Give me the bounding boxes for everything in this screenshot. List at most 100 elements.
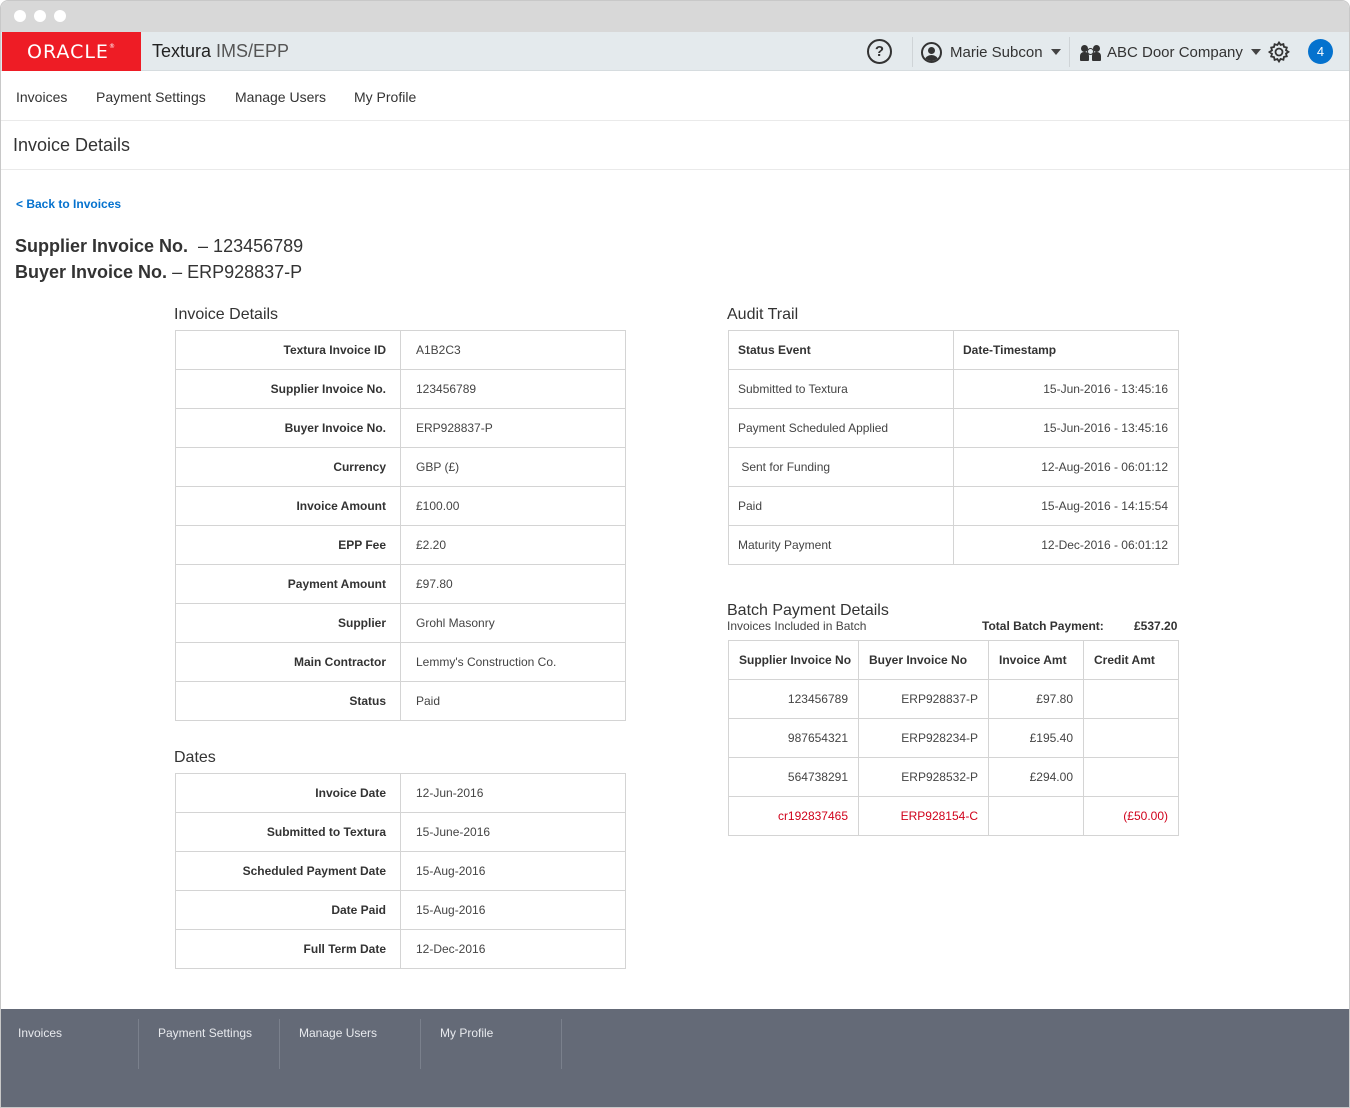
footer-divider — [561, 1019, 562, 1069]
field-value: Grohl Masonry — [400, 603, 626, 643]
column-header: Supplier Invoice No — [728, 640, 859, 680]
credit-amount — [1083, 679, 1179, 719]
back-to-invoices-link[interactable]: < Back to Invoices — [16, 197, 121, 211]
supplier-invoice-no: cr192837465 — [728, 796, 859, 836]
footer-item-my-profile[interactable]: My Profile — [440, 1026, 493, 1040]
invoice-amount: £294.00 — [988, 757, 1084, 797]
table-row: Submitted to Textura 15-June-2016 — [175, 812, 626, 852]
supplier-invoice-label: Supplier Invoice No. — [15, 236, 189, 256]
status-event: Submitted to Textura — [728, 369, 954, 409]
user-name: Marie Subcon — [950, 43, 1043, 61]
batch-subtitle: Invoices Included in Batch — [727, 619, 867, 633]
field-value: ERP928837-P — [400, 408, 626, 448]
event-timestamp: 12-Aug-2016 - 06:01:12 — [953, 447, 1179, 487]
close-window-dot[interactable] — [14, 10, 26, 22]
chevron-down-icon — [1050, 49, 1061, 55]
event-timestamp: 15-Jun-2016 - 13:45:16 — [953, 408, 1179, 448]
table-row: EPP Fee £2.20 — [175, 525, 626, 565]
column-header: Date-Timestamp — [953, 330, 1179, 370]
table-header-row: Status Event Date-Timestamp — [728, 330, 1179, 370]
nav-item-my-profile[interactable]: My Profile — [354, 89, 416, 105]
invoice-amount: £97.80 — [988, 679, 1084, 719]
footer-item-invoices[interactable]: Invoices — [18, 1026, 62, 1040]
window-titlebar — [1, 1, 1349, 32]
credit-amount — [1083, 718, 1179, 758]
supplier-invoice-heading: Supplier Invoice No. – 123456789 — [15, 236, 303, 257]
help-icon[interactable]: ? — [867, 39, 892, 64]
table-row: Main Contractor Lemmy's Construction Co. — [175, 642, 626, 682]
column-header: Credit Amt — [1083, 640, 1179, 680]
footer-item-payment-settings[interactable]: Payment Settings — [158, 1026, 252, 1040]
field-value: 15-Aug-2016 — [400, 890, 626, 930]
table-row: Supplier Invoice No. 123456789 — [175, 369, 626, 409]
table-row: cr192837465 ERP928154-C (£50.00) — [728, 796, 1179, 836]
header-divider — [912, 37, 913, 67]
field-label: Full Term Date — [175, 929, 401, 969]
table-row: 564738291 ERP928532-P £294.00 — [728, 757, 1179, 797]
table-row: Currency GBP (£) — [175, 447, 626, 487]
footer-divider — [138, 1019, 139, 1069]
footer-item-manage-users[interactable]: Manage Users — [299, 1026, 377, 1040]
audit-trail-title: Audit Trail — [727, 306, 799, 323]
nav-item-payment-settings[interactable]: Payment Settings — [96, 89, 206, 105]
field-value: Paid — [400, 681, 626, 721]
batch-payment-title: Batch Payment Details — [727, 602, 889, 619]
table-row: Supplier Grohl Masonry — [175, 603, 626, 643]
column-header: Status Event — [728, 330, 954, 370]
field-label: Date Paid — [175, 890, 401, 930]
gear-icon[interactable] — [1267, 40, 1291, 64]
user-menu[interactable]: Marie Subcon — [921, 40, 1061, 64]
buyer-invoice-label: Buyer Invoice No. — [15, 262, 168, 282]
page-header: Invoice Details — [1, 121, 1349, 170]
table-row: Scheduled Payment Date 15-Aug-2016 — [175, 851, 626, 891]
maximize-window-dot[interactable] — [54, 10, 66, 22]
status-event: Maturity Payment — [728, 525, 954, 565]
table-row: Textura Invoice ID A1B2C3 — [175, 330, 626, 370]
table-row: 123456789 ERP928837-P £97.80 — [728, 679, 1179, 719]
oracle-logo[interactable]: ORACLE ® — [2, 32, 141, 71]
field-label: Supplier — [175, 603, 401, 643]
credit-amount — [1083, 757, 1179, 797]
company-name: ABC Door Company — [1107, 43, 1243, 61]
buyer-invoice-heading: Buyer Invoice No. – ERP928837-P — [15, 262, 302, 283]
dates-table: Invoice Date 12-Jun-2016 Submitted to Text… — [175, 773, 626, 969]
browser-window: ORACLE ® Textura IMS/EPP ? Marie Subcon A… — [0, 0, 1350, 1108]
invoice-amount: £195.40 — [988, 718, 1084, 758]
table-row: Buyer Invoice No. ERP928837-P — [175, 408, 626, 448]
minimize-window-dot[interactable] — [34, 10, 46, 22]
footer-divider — [279, 1019, 280, 1069]
field-label: Scheduled Payment Date — [175, 851, 401, 891]
field-label: Main Contractor — [175, 642, 401, 682]
table-header-row: Supplier Invoice No Buyer Invoice No Inv… — [728, 640, 1179, 680]
nav-item-invoices[interactable]: Invoices — [16, 89, 67, 105]
company-menu[interactable]: ABC Door Company — [1080, 40, 1261, 64]
field-value: A1B2C3 — [400, 330, 626, 370]
table-row: 987654321 ERP928234-P £195.40 — [728, 718, 1179, 758]
buyer-invoice-no: ERP928154-C — [858, 796, 989, 836]
group-icon — [1080, 43, 1102, 61]
field-label: Invoice Date — [175, 773, 401, 813]
page-title: Invoice Details — [13, 135, 131, 155]
field-label: Buyer Invoice No. — [175, 408, 401, 448]
field-value: Lemmy's Construction Co. — [400, 642, 626, 682]
field-label: Supplier Invoice No. — [175, 369, 401, 409]
app-title-suffix: IMS/EPP — [211, 41, 290, 61]
credit-amount: (£50.00) — [1083, 796, 1179, 836]
field-value: 12-Dec-2016 — [400, 929, 626, 969]
field-value: £100.00 — [400, 486, 626, 526]
buyer-invoice-no: ERP928532-P — [858, 757, 989, 797]
field-label: Currency — [175, 447, 401, 487]
table-row: Date Paid 15-Aug-2016 — [175, 890, 626, 930]
invoice-details-table: Textura Invoice ID A1B2C3 Supplier Invoice… — [175, 330, 626, 721]
event-timestamp: 15-Aug-2016 - 14:15:54 — [953, 486, 1179, 526]
nav-item-manage-users[interactable]: Manage Users — [235, 89, 326, 105]
field-label: Payment Amount — [175, 564, 401, 604]
supplier-invoice-no: 987654321 — [728, 718, 859, 758]
notification-badge[interactable]: 4 — [1308, 39, 1333, 64]
table-row: Payment Scheduled Applied 15-Jun-2016 - 1… — [728, 408, 1179, 448]
batch-payment-table: Supplier Invoice No Buyer Invoice No Inv… — [728, 640, 1179, 836]
field-value: 12-Jun-2016 — [400, 773, 626, 813]
dates-title: Dates — [174, 749, 216, 766]
table-row: Maturity Payment 12-Dec-2016 - 06:01:12 — [728, 525, 1179, 565]
field-label: Textura Invoice ID — [175, 330, 401, 370]
